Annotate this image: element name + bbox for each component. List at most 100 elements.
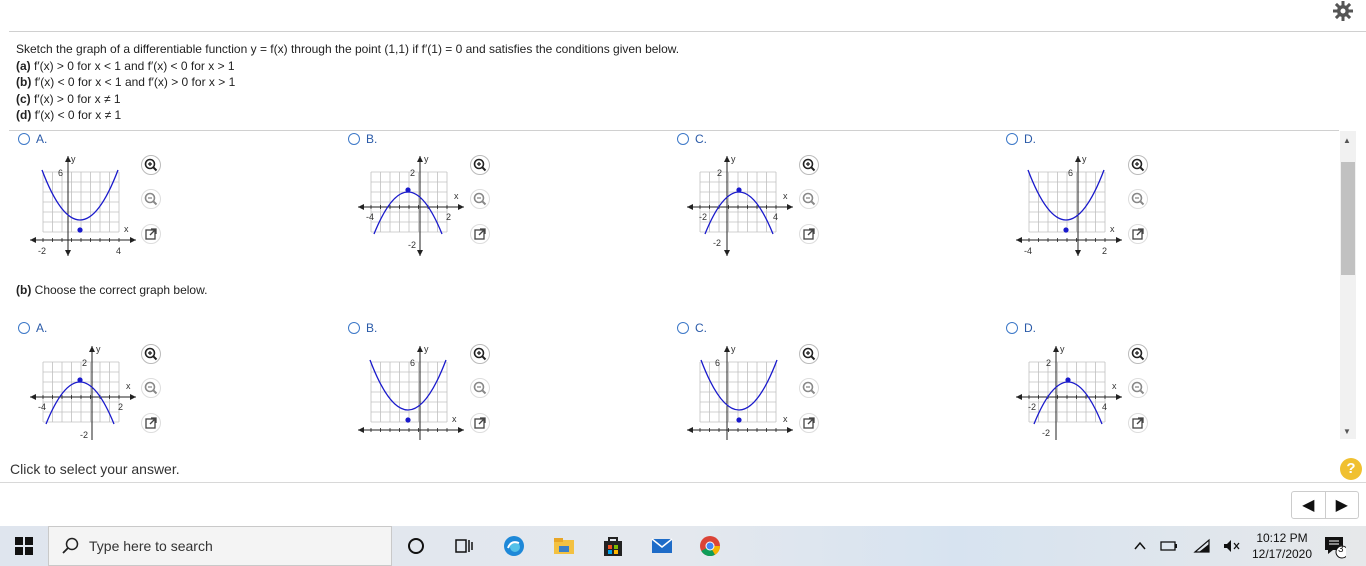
wifi-icon[interactable]	[1190, 534, 1214, 558]
next-button[interactable]: ▶	[1326, 492, 1359, 518]
graph-b-option-d: 2 -2 4 -2 x y	[1016, 344, 1122, 440]
edge-browser-icon[interactable]	[502, 534, 526, 558]
task-view-icon[interactable]	[452, 534, 476, 558]
status-message: Click to select your answer.	[10, 461, 180, 477]
svg-text:2: 2	[82, 358, 87, 368]
question-text: Sketch the graph of a differentiable fun…	[16, 41, 679, 124]
zoom-out-icon[interactable]	[470, 378, 490, 398]
svg-text:2: 2	[410, 168, 415, 178]
scroll-down-arrow-icon[interactable]: ▼	[1343, 427, 1351, 436]
system-clock[interactable]: 10:12 PM 12/17/2020	[1246, 530, 1318, 562]
option-c-radio[interactable]: C.	[677, 132, 707, 146]
open-new-window-icon[interactable]	[470, 413, 490, 433]
windows-logo-icon	[15, 537, 33, 555]
svg-text:x: x	[783, 191, 788, 201]
radio-icon[interactable]	[348, 133, 360, 145]
zoom-out-icon[interactable]	[141, 189, 161, 209]
svg-text:y: y	[424, 154, 429, 164]
zoom-out-icon[interactable]	[1128, 378, 1148, 398]
clock-time: 10:12 PM	[1256, 531, 1308, 545]
svg-text:-4: -4	[1024, 246, 1032, 256]
settings-gear-icon[interactable]	[1332, 0, 1354, 22]
option-d-radio[interactable]: D.	[1006, 321, 1036, 335]
zoom-in-icon[interactable]	[141, 344, 161, 364]
battery-icon[interactable]	[1157, 534, 1181, 558]
taskbar-search-box[interactable]: Type here to search	[48, 526, 392, 566]
svg-text:-2: -2	[38, 246, 46, 256]
previous-button[interactable]: ◀	[1292, 492, 1326, 518]
svg-text:6: 6	[715, 358, 720, 368]
option-a-radio[interactable]: A.	[18, 132, 47, 146]
file-explorer-icon[interactable]	[552, 534, 576, 558]
option-d-radio[interactable]: D.	[1006, 132, 1036, 146]
svg-text:6: 6	[1068, 168, 1073, 178]
zoom-out-icon[interactable]	[799, 189, 819, 209]
svg-text:-2: -2	[699, 212, 707, 222]
open-new-window-icon[interactable]	[1128, 413, 1148, 433]
part-divider	[9, 130, 1339, 131]
top-divider	[9, 31, 1366, 32]
svg-text:y: y	[731, 154, 736, 164]
svg-text:y: y	[96, 344, 101, 354]
svg-text:x: x	[1110, 224, 1115, 234]
chrome-browser-icon[interactable]	[698, 534, 722, 558]
radio-icon[interactable]	[18, 322, 30, 334]
svg-text:2: 2	[717, 168, 722, 178]
svg-text:x: x	[124, 224, 129, 234]
zoom-out-icon[interactable]	[141, 378, 161, 398]
open-new-window-icon[interactable]	[470, 224, 490, 244]
radio-icon[interactable]	[1006, 133, 1018, 145]
svg-text:x: x	[1112, 381, 1117, 391]
svg-text:y: y	[1082, 154, 1087, 164]
show-hidden-icons-icon[interactable]	[1128, 534, 1152, 558]
action-center-icon[interactable]: 3	[1322, 534, 1346, 559]
windows-start-button[interactable]	[0, 526, 48, 566]
cortana-icon[interactable]	[404, 534, 428, 558]
open-new-window-icon[interactable]	[799, 413, 819, 433]
notification-count: 3	[1338, 544, 1344, 555]
svg-text:2: 2	[1102, 246, 1107, 256]
svg-text:y: y	[424, 344, 429, 354]
zoom-in-icon[interactable]	[799, 344, 819, 364]
svg-text:y: y	[731, 344, 736, 354]
graph-b-option-c: 6 x y	[687, 344, 793, 440]
clock-date: 12/17/2020	[1251, 547, 1313, 561]
radio-icon[interactable]	[1006, 322, 1018, 334]
scrollbar-thumb[interactable]	[1341, 162, 1355, 275]
open-new-window-icon[interactable]	[141, 224, 161, 244]
zoom-out-icon[interactable]	[470, 189, 490, 209]
radio-icon[interactable]	[18, 133, 30, 145]
search-icon	[62, 537, 79, 554]
option-a-radio[interactable]: A.	[18, 321, 47, 335]
zoom-in-icon[interactable]	[1128, 155, 1148, 175]
zoom-out-icon[interactable]	[799, 378, 819, 398]
zoom-in-icon[interactable]	[470, 155, 490, 175]
zoom-in-icon[interactable]	[799, 155, 819, 175]
scroll-up-arrow-icon[interactable]: ▲	[1343, 136, 1351, 145]
option-b-radio[interactable]: B.	[348, 321, 377, 335]
store-icon[interactable]	[601, 534, 625, 558]
radio-icon[interactable]	[677, 322, 689, 334]
radio-icon[interactable]	[677, 133, 689, 145]
zoom-in-icon[interactable]	[1128, 344, 1148, 364]
zoom-in-icon[interactable]	[141, 155, 161, 175]
volume-muted-icon[interactable]	[1220, 534, 1244, 558]
open-new-window-icon[interactable]	[141, 413, 161, 433]
open-new-window-icon[interactable]	[1128, 224, 1148, 244]
graph-b-option-b: 6 x y	[358, 344, 464, 440]
graph-a-option-a: 6 -2 4 x y	[30, 154, 136, 256]
condition-d: (d) f′(x) < 0 for x ≠ 1	[16, 108, 122, 122]
open-new-window-icon[interactable]	[799, 224, 819, 244]
option-c-radio[interactable]: C.	[677, 321, 707, 335]
svg-text:4: 4	[116, 246, 121, 256]
help-icon[interactable]: ?	[1340, 458, 1362, 480]
svg-text:-2: -2	[80, 430, 88, 440]
zoom-out-icon[interactable]	[1128, 189, 1148, 209]
svg-text:-2: -2	[1028, 402, 1036, 412]
mail-icon[interactable]	[650, 534, 674, 558]
svg-text:-2: -2	[713, 238, 721, 248]
zoom-in-icon[interactable]	[470, 344, 490, 364]
option-b-radio[interactable]: B.	[348, 132, 377, 146]
search-placeholder: Type here to search	[89, 538, 213, 554]
radio-icon[interactable]	[348, 322, 360, 334]
